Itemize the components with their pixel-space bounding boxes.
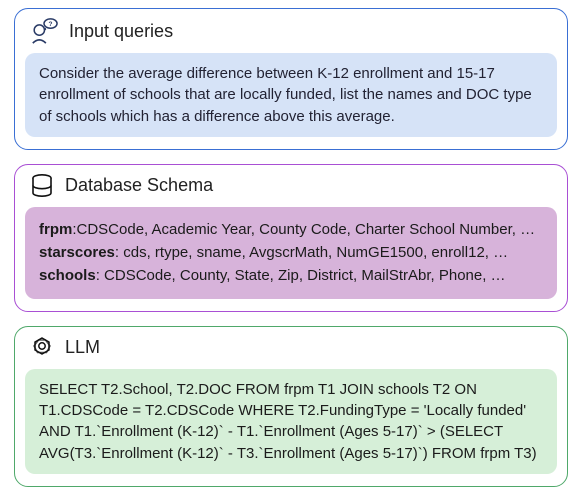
openai-icon — [29, 335, 55, 361]
panel-title: LLM — [65, 337, 100, 358]
schema-table-name: starscores — [39, 244, 115, 261]
schema-table-cols: : CDSCode, County, State, Zip, District,… — [96, 267, 506, 284]
panel-header: LLM — [25, 333, 557, 369]
panel-input-queries: ? Input queries Consider the average dif… — [14, 8, 568, 150]
schema-table-cols: :CDSCode, Academic Year, County Code, Ch… — [72, 221, 535, 238]
input-query-text: Consider the average difference between … — [25, 53, 557, 137]
llm-output-sql: SELECT T2.School, T2.DOC FROM frpm T1 JO… — [25, 369, 557, 474]
panel-llm: LLM SELECT T2.School, T2.DOC FROM frpm T… — [14, 326, 568, 487]
panel-title: Input queries — [69, 21, 173, 42]
schema-table-name: frpm — [39, 221, 72, 238]
schema-table-name: schools — [39, 267, 96, 284]
panel-database-schema: Database Schema frpm:CDSCode, Academic Y… — [14, 164, 568, 312]
database-icon — [29, 173, 55, 199]
schema-table-row: schools: CDSCode, County, State, Zip, Di… — [39, 265, 543, 286]
svg-text:?: ? — [49, 21, 53, 28]
schema-table-cols: : cds, rtype, sname, AvgscrMath, NumGE15… — [115, 244, 508, 261]
schema-body: frpm:CDSCode, Academic Year, County Code… — [25, 207, 557, 299]
panel-header: Database Schema — [25, 171, 557, 207]
schema-table-row: frpm:CDSCode, Academic Year, County Code… — [39, 219, 543, 240]
panel-title: Database Schema — [65, 175, 213, 196]
thinking-person-icon: ? — [29, 17, 59, 45]
figure: ? Input queries Consider the average dif… — [0, 0, 582, 504]
schema-table-row: starscores: cds, rtype, sname, AvgscrMat… — [39, 242, 543, 263]
panel-header: ? Input queries — [25, 15, 557, 53]
